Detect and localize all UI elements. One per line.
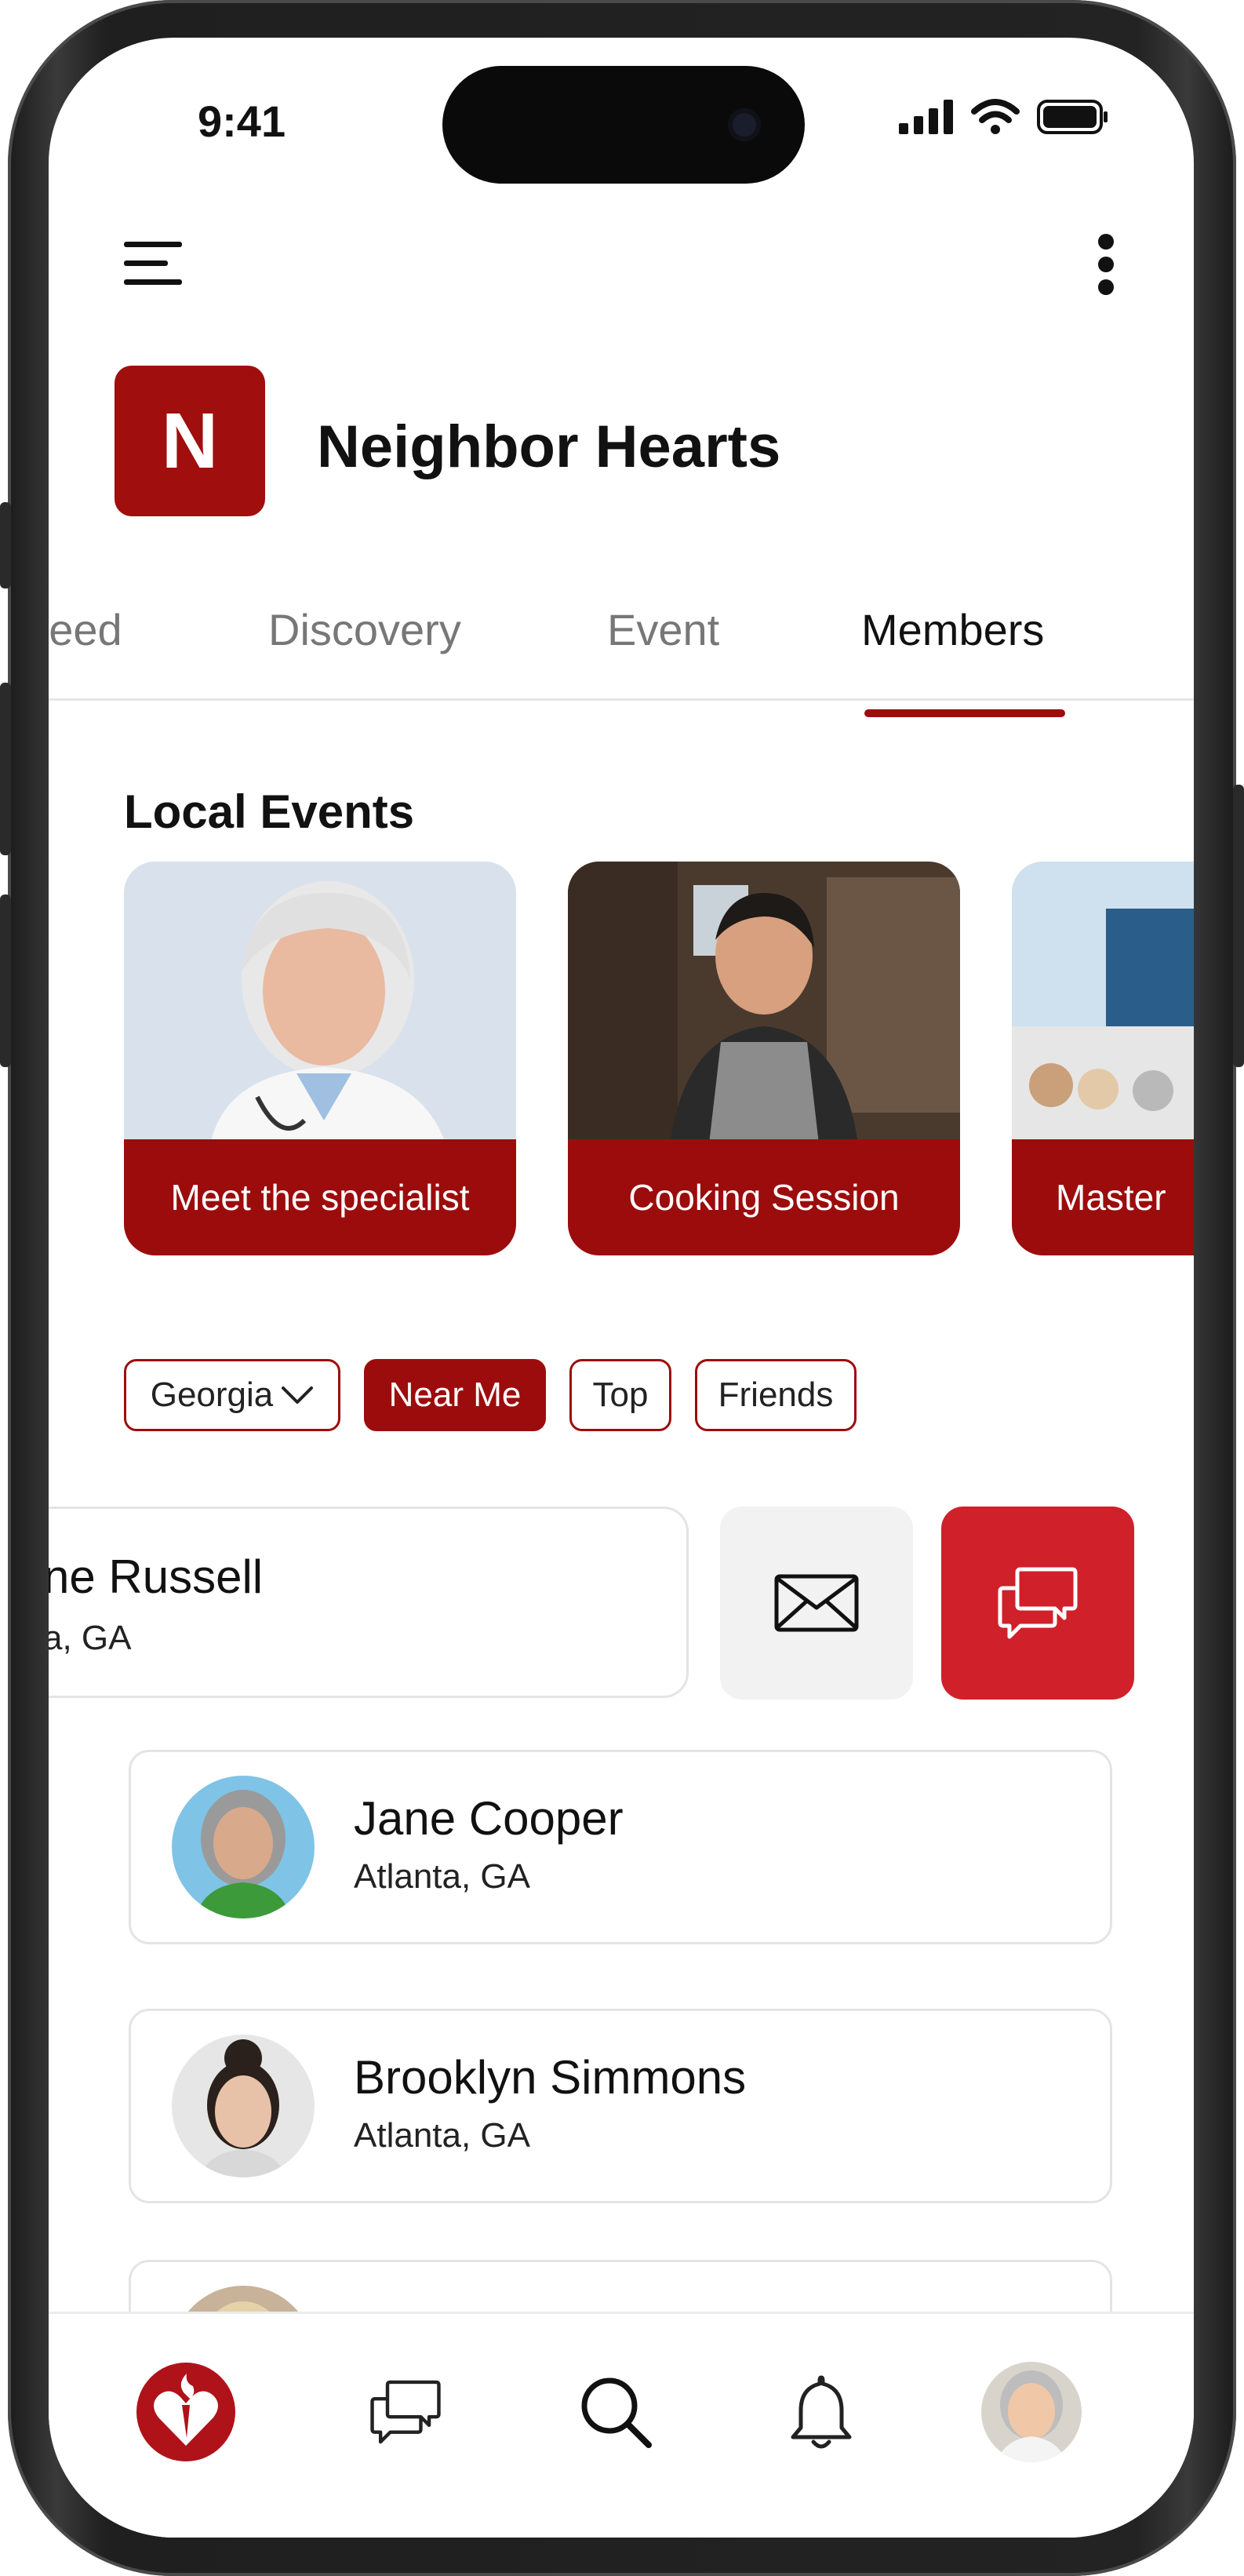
member-name: Jane Cooper — [354, 1792, 624, 1845]
front-camera — [728, 108, 761, 141]
member-name: Brooklyn Simmons — [354, 2051, 747, 2104]
heart-torch-logo-icon — [136, 2363, 235, 2461]
app-title: Neighbor Hearts — [317, 414, 781, 480]
member-location: Atlanta, GA — [354, 1857, 531, 1896]
status-time: 9:41 — [198, 97, 286, 146]
status-icons — [899, 99, 1109, 135]
member-avatar — [172, 2035, 315, 2177]
signal-icon — [899, 100, 953, 134]
volume-down-button — [0, 894, 11, 1067]
member-avatar — [172, 1776, 315, 1918]
nav-search[interactable] — [565, 2361, 667, 2463]
event-image-cooking — [568, 862, 960, 1144]
event-label: Cooking Session — [568, 1139, 960, 1255]
event-label: Meet the specialist — [124, 1139, 516, 1255]
tab-bar: Feed Discovery Event Members — [49, 604, 1194, 701]
bell-icon — [791, 2375, 852, 2449]
power-button — [1233, 785, 1244, 1067]
nav-messages[interactable] — [355, 2361, 456, 2463]
tab-discovery[interactable]: Discovery — [268, 604, 461, 655]
event-card-master[interactable]: Master — [1012, 862, 1194, 1255]
event-label: Master — [1012, 1139, 1194, 1255]
member-card[interactable]: Brooklyn Simmons Atlanta, GA — [129, 2009, 1112, 2203]
member-location: a, GA — [49, 1619, 132, 1657]
chat-button[interactable] — [941, 1507, 1134, 1700]
filter-label: Georgia — [150, 1375, 274, 1414]
event-card-cooking[interactable]: Cooking Session — [568, 862, 960, 1255]
chat-bubbles-icon — [998, 1567, 1078, 1639]
nav-profile[interactable] — [980, 2361, 1082, 2463]
bottom-nav — [49, 2312, 1194, 2538]
app-screen: 9:41 N Neighbor Hearts Feed — [49, 38, 1194, 2538]
event-card-specialist[interactable]: Meet the specialist — [124, 862, 516, 1255]
tab-feed[interactable]: Feed — [49, 604, 122, 655]
chevron-down-icon — [282, 1386, 314, 1404]
filter-georgia[interactable]: Georgia — [124, 1359, 340, 1431]
member-location: Atlanta, GA — [354, 2116, 531, 2155]
profile-avatar — [981, 2362, 1082, 2462]
filter-friends[interactable]: Friends — [695, 1359, 857, 1431]
tab-event[interactable]: Event — [607, 604, 719, 655]
nav-notifications[interactable] — [770, 2361, 872, 2463]
volume-up-button — [0, 683, 11, 855]
search-icon — [581, 2377, 652, 2448]
chat-icon — [370, 2380, 441, 2444]
member-card-swiped[interactable]: ne Russell a, GA — [49, 1507, 689, 1698]
more-options-icon[interactable] — [1097, 232, 1115, 297]
menu-icon[interactable] — [124, 239, 187, 289]
filter-top[interactable]: Top — [569, 1359, 671, 1431]
envelope-icon — [774, 1574, 859, 1632]
event-image-specialist — [124, 862, 516, 1144]
section-title-local-events: Local Events — [124, 785, 415, 838]
filter-near-me[interactable]: Near Me — [364, 1359, 546, 1431]
nav-home[interactable] — [135, 2361, 237, 2463]
battery-icon — [1037, 100, 1108, 134]
wifi-icon — [971, 99, 1020, 134]
app-logo: N — [115, 366, 265, 516]
active-tab-indicator — [864, 709, 1065, 717]
tab-members[interactable]: Members — [861, 604, 1044, 655]
action-button — [0, 502, 11, 588]
member-card[interactable]: Jane Cooper Atlanta, GA — [129, 1750, 1112, 1944]
message-mail-button[interactable] — [720, 1507, 913, 1700]
member-name: ne Russell — [49, 1550, 264, 1603]
event-image-master — [1012, 862, 1194, 1144]
dynamic-island — [442, 66, 805, 184]
